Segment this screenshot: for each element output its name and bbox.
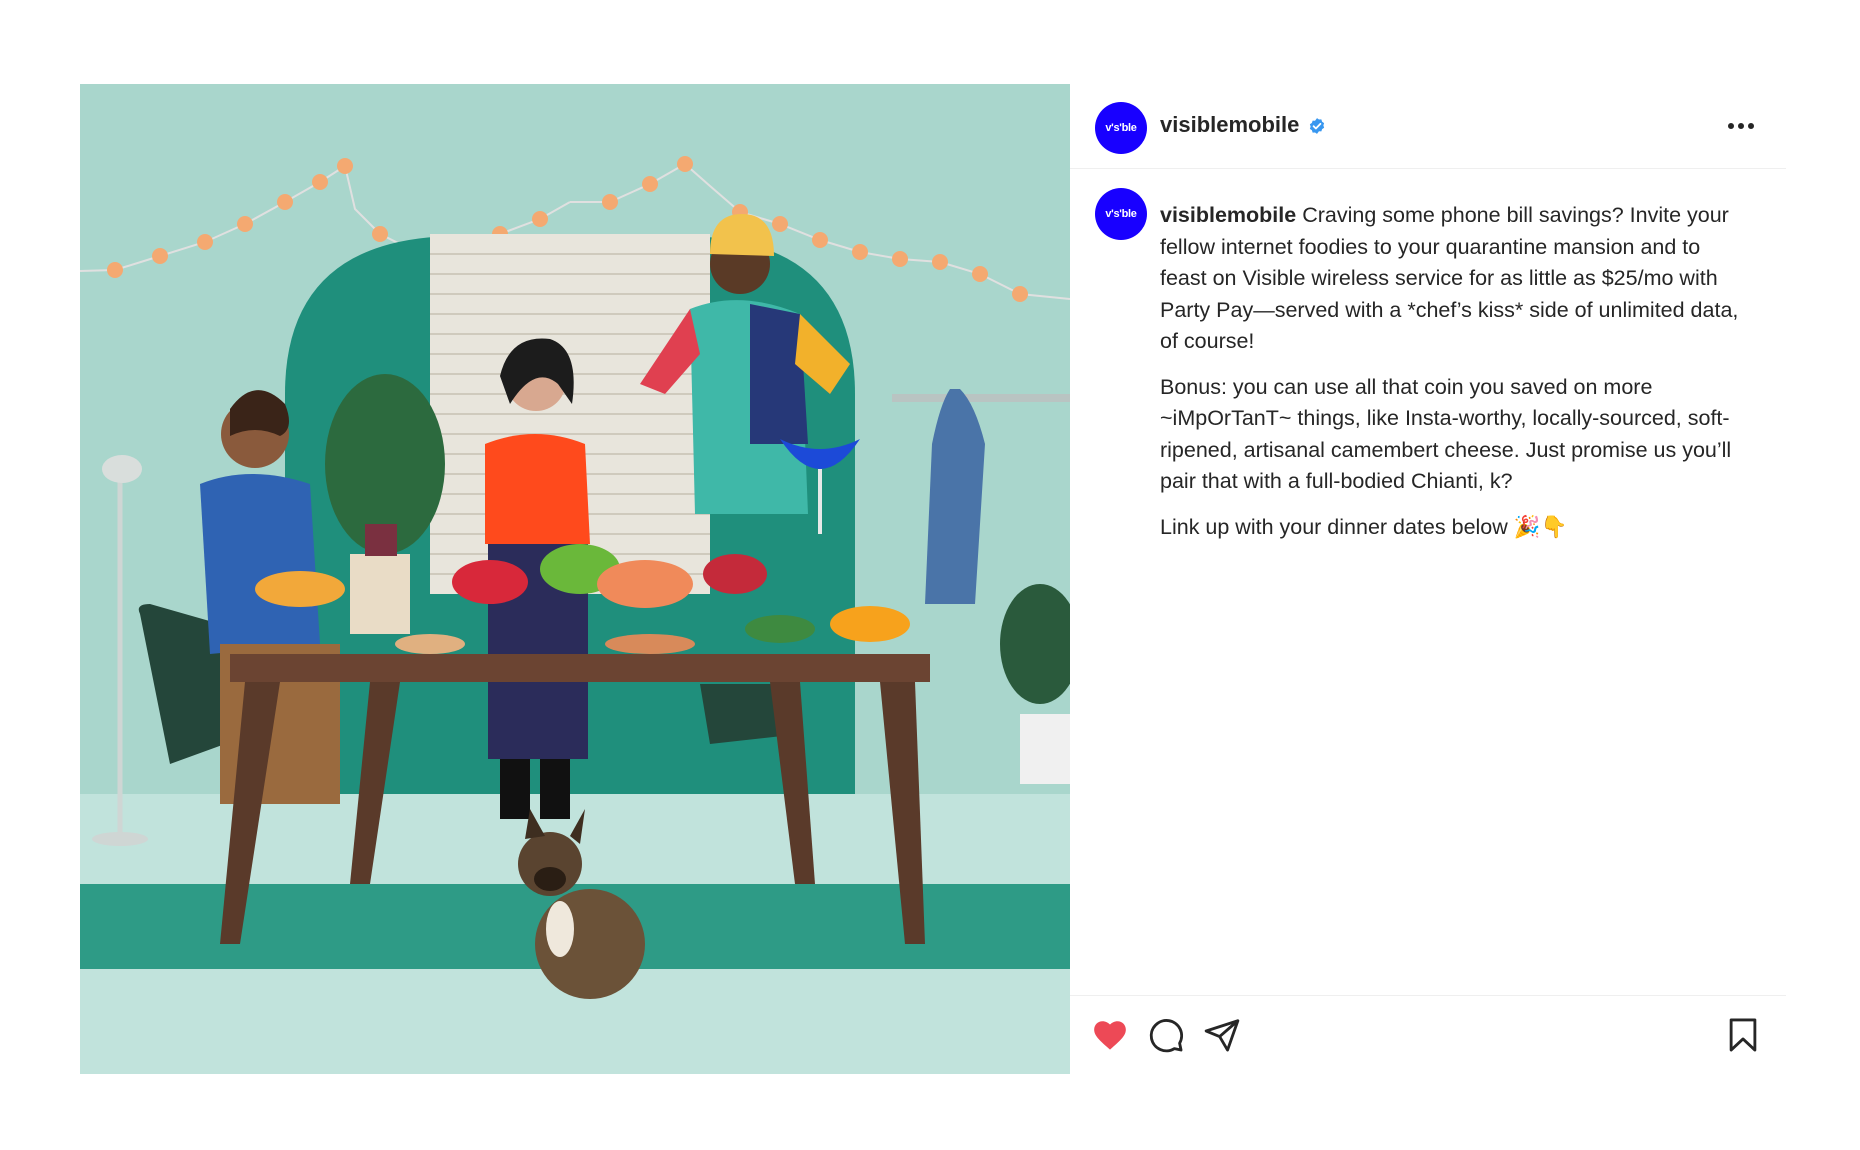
post-header: v's'ble visiblemobile [1070,84,1786,169]
comment-icon[interactable] [1147,1016,1185,1054]
post-photo-illustration [80,84,1070,1074]
instagram-post: v's'ble visiblemobile v's'ble visiblemob… [80,84,1786,1074]
post-actions-bar [1070,995,1786,1075]
account-username[interactable]: visiblemobile [1160,112,1299,138]
caption-avatar[interactable]: v's'ble [1095,188,1147,240]
caption-username[interactable]: visiblemobile [1160,203,1296,227]
account-avatar[interactable]: v's'ble [1095,102,1147,154]
avatar-logo-text: v's'ble [1105,122,1137,134]
caption-paragraph-1: visiblemobile Craving some phone bill sa… [1160,200,1750,358]
more-horizontal-icon[interactable] [1724,114,1758,138]
heart-filled-icon[interactable] [1091,1016,1129,1054]
caption-paragraph-2: Bonus: you can use all that coin you sav… [1160,374,1732,494]
verified-badge-icon [1309,118,1325,134]
post-photo[interactable] [80,84,1070,1074]
caption-paragraph-3: Link up with your dinner dates below 🎉👇 [1160,514,1568,539]
avatar-logo-text: v's'ble [1105,208,1137,220]
post-sidebar: v's'ble visiblemobile v's'ble visiblemob… [1070,84,1786,1074]
caption-body: visiblemobile Craving some phone bill sa… [1160,200,1750,557]
share-paper-plane-icon[interactable] [1203,1016,1241,1054]
bookmark-icon[interactable] [1724,1016,1762,1054]
